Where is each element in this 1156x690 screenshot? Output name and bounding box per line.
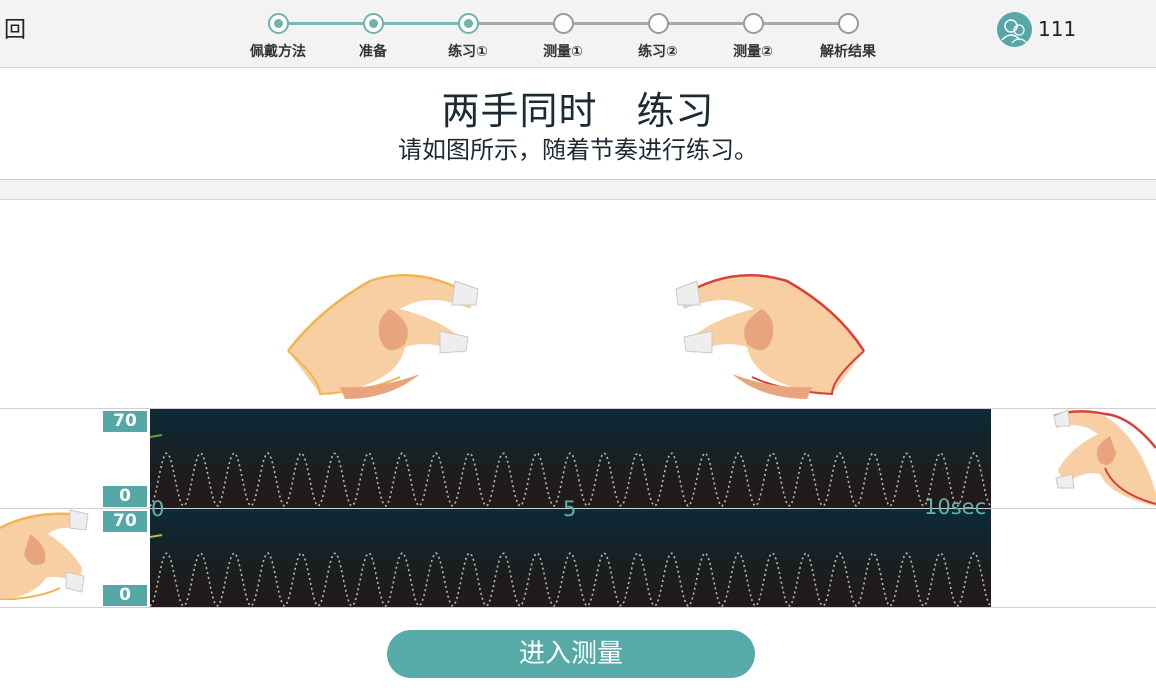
rhythm-graph-bottom xyxy=(150,509,991,608)
right-hand-illustration xyxy=(675,273,866,399)
step-3-dot xyxy=(458,13,479,34)
rhythm-graph-top xyxy=(150,409,991,508)
user-count: 111 xyxy=(1038,17,1077,41)
top-bar: 回 佩戴方法 准备 练习① 测量① 练习② 测量② 解析结果 111 xyxy=(0,0,1156,68)
time-axis-mid: 5 xyxy=(563,497,577,521)
step-6-dot xyxy=(743,13,764,34)
step-1-label: 佩戴方法 xyxy=(250,44,306,60)
step-connector xyxy=(381,22,459,25)
divider xyxy=(0,179,1156,200)
step-2-dot xyxy=(363,13,384,34)
right-hand-marker xyxy=(1053,409,1156,506)
time-axis-end: 10sec xyxy=(924,495,987,519)
scale-min-bottom: 0 xyxy=(103,585,147,606)
hands-illustration xyxy=(0,199,1156,409)
step-3-label: 练习① xyxy=(448,44,488,60)
step-connector xyxy=(666,22,744,25)
step-connector xyxy=(476,22,554,25)
progress-steps: 佩戴方法 准备 练习① 测量① 练习② 测量② 解析结果 xyxy=(0,0,1156,67)
enter-measurement-button[interactable]: 进入测量 xyxy=(387,630,755,678)
step-7-label: 解析结果 xyxy=(820,44,876,60)
step-5-dot xyxy=(648,13,669,34)
step-connector xyxy=(761,22,839,25)
step-1-dot xyxy=(268,13,289,34)
step-6-label: 测量② xyxy=(733,44,773,60)
rhythm-guide-line xyxy=(150,551,991,608)
scale-max-bottom: 70 xyxy=(103,511,147,532)
rhythm-wave-top xyxy=(150,434,991,508)
step-4-label: 测量① xyxy=(543,44,583,60)
graph-row-top xyxy=(0,408,1156,508)
step-5-label: 练习② xyxy=(638,44,678,60)
step-2-label: 准备 xyxy=(359,44,387,60)
step-7-dot xyxy=(838,13,859,34)
left-hand-illustration xyxy=(287,273,479,399)
rhythm-wave-bottom xyxy=(150,534,991,608)
page-subtitle: 请如图所示，随着节奏进行练习。 xyxy=(398,136,758,164)
step-connector xyxy=(571,22,649,25)
time-axis-start: 0 xyxy=(151,497,165,521)
step-connector xyxy=(286,22,364,25)
users-icon[interactable] xyxy=(997,12,1032,47)
scale-max-top: 70 xyxy=(103,411,147,432)
live-input-line xyxy=(150,534,163,538)
step-4-dot xyxy=(553,13,574,34)
live-input-line xyxy=(150,434,163,438)
left-hand-marker xyxy=(0,509,89,600)
divider xyxy=(0,607,1156,608)
scale-min-top: 0 xyxy=(103,486,147,507)
graph-row-bottom xyxy=(0,508,1156,608)
page-title: 两手同时 练习 xyxy=(441,89,715,133)
